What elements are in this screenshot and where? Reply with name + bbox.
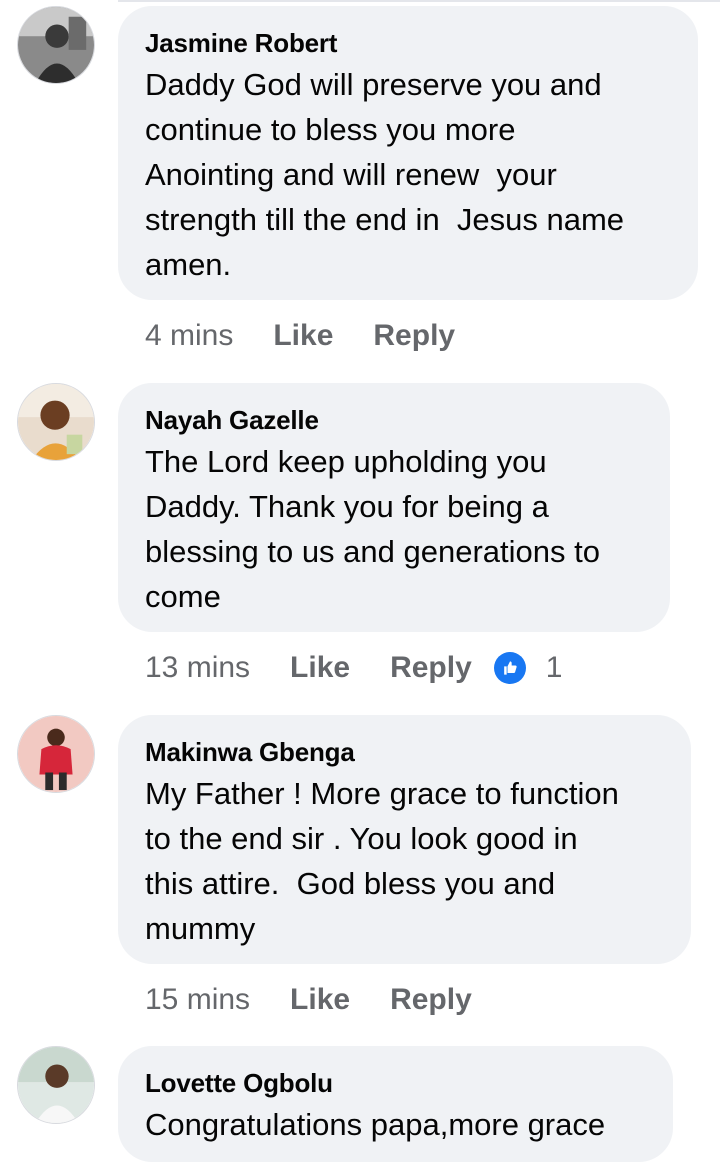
comment-actions: 15 mins Like Reply [145,980,472,1020]
like-button[interactable]: Like [273,319,333,353]
comment-bubble: Nayah Gazelle The Lord keep upholding yo… [118,383,670,632]
comment-timestamp[interactable]: 15 mins [145,983,250,1017]
comment-actions: 4 mins Like Reply [145,316,455,356]
like-button[interactable]: Like [290,651,350,685]
comment-actions: 13 mins Like Reply 1 [145,648,562,688]
comment-text: My Father ! More grace to function to th… [145,776,619,946]
thumbs-up-icon[interactable] [493,652,526,684]
comment-timestamp[interactable]: 4 mins [145,319,233,353]
avatar[interactable] [17,383,95,461]
reply-button[interactable]: Reply [390,983,472,1017]
comment-bubble: Jasmine Robert Daddy God will preserve y… [118,6,698,300]
comment-bubble: Makinwa Gbenga My Father ! More grace to… [118,715,691,964]
avatar[interactable] [17,1046,95,1124]
like-button[interactable]: Like [290,983,350,1017]
comment-text: Daddy God will preserve you and continue… [145,67,625,282]
reply-button[interactable]: Reply [390,651,472,685]
comment-author[interactable]: Nayah Gazelle [145,405,644,435]
comment-text: Congratulations papa,more grace [145,1107,606,1142]
reaction-count[interactable]: 1 [546,651,563,685]
top-divider [118,0,720,2]
reply-button[interactable]: Reply [373,319,455,353]
comment-author[interactable]: Lovette Ogbolu [145,1068,647,1098]
avatar[interactable] [17,6,95,84]
comment-author[interactable]: Makinwa Gbenga [145,737,665,767]
comment-timestamp[interactable]: 13 mins [145,651,250,685]
avatar[interactable] [17,715,95,793]
comment-author[interactable]: Jasmine Robert [145,28,672,58]
comment-bubble: Lovette Ogbolu Congratulations papa,more… [118,1046,673,1162]
comment-text: The Lord keep upholding you Daddy. Thank… [145,444,600,614]
